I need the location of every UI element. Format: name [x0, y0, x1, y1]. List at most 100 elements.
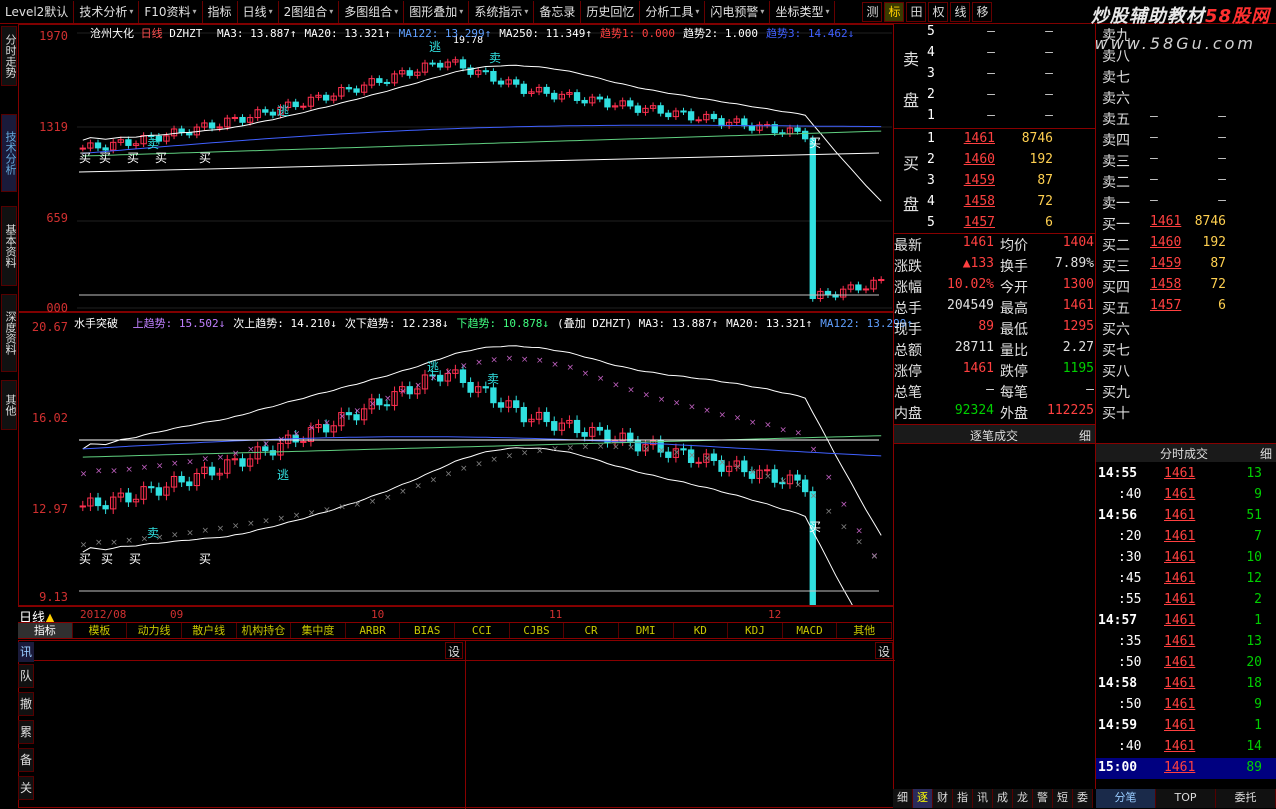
tick-row[interactable]: :55 1461 2: [1096, 590, 1276, 611]
toolbar-item[interactable]: 历史回忆: [581, 0, 641, 23]
left-tab[interactable]: 基本资料: [1, 206, 17, 286]
toolbar-item[interactable]: 坐标类型 ▾: [770, 0, 836, 23]
level10-row[interactable]: 买十: [1098, 402, 1276, 423]
indicator-tab[interactable]: 集中度: [291, 623, 346, 638]
sell-level-row[interactable]: 1 – –: [925, 108, 1085, 128]
lower-side-tab[interactable]: 撤: [18, 692, 34, 716]
tick-row[interactable]: 14:56 1461 51: [1096, 506, 1276, 527]
level10-row[interactable]: 卖三 – –: [1098, 150, 1276, 171]
bottom-tab[interactable]: 逐: [913, 789, 933, 808]
sell-level-row[interactable]: 4 – –: [925, 45, 1085, 65]
news-set-button[interactable]: 设: [445, 642, 463, 659]
lower-side-tab[interactable]: 队: [18, 664, 34, 688]
buy-level-row[interactable]: 2 1460 192: [925, 152, 1085, 172]
tick-row[interactable]: 14:57 1461 1: [1096, 611, 1276, 632]
level10-row[interactable]: 买六: [1098, 318, 1276, 339]
tick-row[interactable]: :20 1461 7: [1096, 527, 1276, 548]
indicator-tab[interactable]: 动力线: [127, 623, 182, 638]
tick-tab[interactable]: 分笔: [1096, 789, 1156, 808]
level10-row[interactable]: 卖一 – –: [1098, 192, 1276, 213]
tick-row[interactable]: :35 1461 13: [1096, 632, 1276, 653]
toolbar-item[interactable]: Level2默认: [0, 0, 75, 23]
level10-row[interactable]: 卖四 – –: [1098, 129, 1276, 150]
tick-row[interactable]: :40 1461 14: [1096, 737, 1276, 758]
tick-row[interactable]: :30 1461 10: [1096, 548, 1276, 569]
level10-row[interactable]: 卖六: [1098, 87, 1276, 108]
buy-level-row[interactable]: 5 1457 6: [925, 215, 1085, 235]
tick-row[interactable]: :50 1461 20: [1096, 653, 1276, 674]
buy-level-row[interactable]: 3 1459 87: [925, 173, 1085, 193]
indicator-tab[interactable]: CJBS: [510, 623, 565, 638]
level10-row[interactable]: 卖七: [1098, 66, 1276, 87]
deal-detail-tab[interactable]: 细: [1079, 427, 1091, 444]
ticks-detail-tab[interactable]: 细: [1260, 445, 1272, 462]
main-chart[interactable]: 买买买买买买逃逃卖卖19.78: [19, 25, 893, 311]
left-tab[interactable]: 深度资料: [1, 294, 17, 372]
level10-row[interactable]: 买七: [1098, 339, 1276, 360]
tick-row[interactable]: :40 1461 9: [1096, 485, 1276, 506]
tick-row[interactable]: :45 1461 12: [1096, 569, 1276, 590]
bottom-tab[interactable]: 成: [993, 789, 1013, 808]
toolbar-tool-button[interactable]: 测: [862, 1, 883, 22]
indicator-tab[interactable]: MACD: [783, 623, 838, 638]
toolbar-item[interactable]: 指标: [203, 0, 238, 23]
tick-tab[interactable]: TOP: [1156, 789, 1216, 808]
bottom-tab[interactable]: 警: [1033, 789, 1053, 808]
right-set-button[interactable]: 设: [875, 642, 893, 659]
bottom-tab[interactable]: 指: [953, 789, 973, 808]
indicator-tab[interactable]: 散户线: [182, 623, 237, 638]
toolbar-tool-button[interactable]: 移: [972, 1, 993, 22]
lower-side-tab[interactable]: 关: [18, 776, 34, 800]
indicator-tab[interactable]: 指标: [18, 623, 73, 638]
indicator-tab[interactable]: BIAS: [400, 623, 455, 638]
tick-row[interactable]: 14:59 1461 1: [1096, 716, 1276, 737]
level10-row[interactable]: 买三 1459 87: [1098, 255, 1276, 276]
deal-header[interactable]: 逐笔成交 细: [893, 424, 1096, 444]
indicator-tab[interactable]: DMI: [619, 623, 674, 638]
level10-row[interactable]: 卖九: [1098, 24, 1276, 45]
toolbar-item[interactable]: 备忘录: [534, 0, 582, 23]
toolbar-tool-button[interactable]: 标: [884, 1, 905, 22]
ticks-header[interactable]: 分时成交 细: [1096, 444, 1276, 462]
toolbar-tool-button[interactable]: 权: [928, 1, 949, 22]
sell-level-row[interactable]: 2 – –: [925, 87, 1085, 107]
level10-row[interactable]: 买一 1461 8746: [1098, 213, 1276, 234]
toolbar-item[interactable]: 2图组合 ▾: [279, 0, 340, 23]
level10-row[interactable]: 卖五 – –: [1098, 108, 1276, 129]
indicator-tab[interactable]: 机构持仓: [237, 623, 292, 638]
indicator-tab[interactable]: 模板: [73, 623, 128, 638]
level10-row[interactable]: 买四 1458 72: [1098, 276, 1276, 297]
sell-level-row[interactable]: 5 – –: [925, 24, 1085, 44]
indicator-tab[interactable]: KD: [674, 623, 729, 638]
indicator-tab[interactable]: CR: [564, 623, 619, 638]
indicator-tab[interactable]: ARBR: [346, 623, 401, 638]
lower-side-tab[interactable]: 累: [18, 720, 34, 744]
bottom-tab[interactable]: 委: [1073, 789, 1093, 808]
sell-level-row[interactable]: 3 – –: [925, 66, 1085, 86]
lower-side-tab[interactable]: 备: [18, 748, 34, 772]
sub-chart[interactable]: × × × × × × × × × × × × × × × × × × × × × × × × × × × × × × × × × × × × × × × ×…: [19, 313, 893, 605]
bottom-tab[interactable]: 短: [1053, 789, 1073, 808]
bottom-tab[interactable]: 龙: [1013, 789, 1033, 808]
tick-row[interactable]: :50 1461 9: [1096, 695, 1276, 716]
level10-row[interactable]: 买九: [1098, 381, 1276, 402]
toolbar-tool-button[interactable]: 田: [906, 1, 927, 22]
bottom-tab[interactable]: 讯: [973, 789, 993, 808]
indicator-tab[interactable]: CCI: [455, 623, 510, 638]
bottom-tab[interactable]: 细: [893, 789, 913, 808]
level10-row[interactable]: 卖八: [1098, 45, 1276, 66]
toolbar-item[interactable]: 图形叠加 ▾: [404, 0, 470, 23]
lower-left-tab-news[interactable]: 讯: [18, 642, 34, 662]
level10-row[interactable]: 卖二 – –: [1098, 171, 1276, 192]
toolbar-item[interactable]: 系统指示 ▾: [469, 0, 535, 23]
left-tab[interactable]: 分时走势: [1, 26, 17, 86]
toolbar-item[interactable]: 日线 ▾: [238, 0, 279, 23]
toolbar-item[interactable]: 分析工具 ▾: [640, 0, 706, 23]
tick-row[interactable]: 14:58 1461 18: [1096, 674, 1276, 695]
tick-row[interactable]: 15:00 1461 89: [1096, 758, 1276, 779]
left-tab[interactable]: 技术分析: [1, 114, 17, 192]
toolbar-item[interactable]: 技术分析 ▾: [74, 0, 140, 23]
left-tab[interactable]: 其他: [1, 380, 17, 430]
level10-row[interactable]: 买八: [1098, 360, 1276, 381]
toolbar-item[interactable]: F10资料 ▾: [139, 0, 203, 23]
